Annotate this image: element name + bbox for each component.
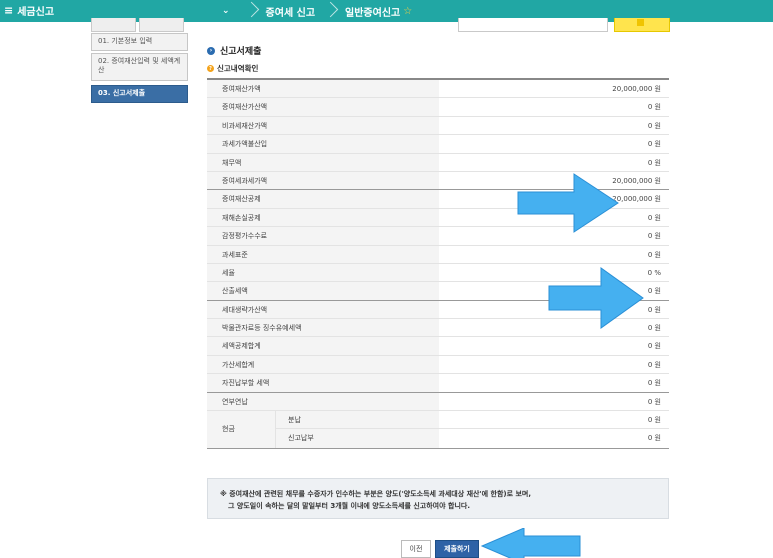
- row-value: 0 원: [647, 360, 661, 369]
- cash-group: 현금 분납 0 원 신고납부 0 원: [207, 411, 669, 449]
- submit-button[interactable]: 제출하기: [435, 540, 479, 558]
- table-row: 과세표준 0 원: [207, 245, 669, 264]
- row-label: 자진납부할 세액: [207, 374, 439, 392]
- sub-title: ? 신고내역확인: [207, 63, 258, 74]
- table-row: 가산세합계 0 원: [207, 355, 669, 375]
- info-icon: ?: [207, 65, 214, 72]
- row-label: 연부연납: [207, 392, 439, 411]
- row-label: 과세표준: [207, 245, 439, 263]
- doc-icon: [637, 19, 644, 26]
- row-label: 신고납부: [276, 429, 439, 448]
- row-label: 분납: [276, 411, 439, 429]
- row-label: 비과세재산가액: [207, 116, 439, 135]
- row-label: 세대생략가산액: [207, 300, 439, 319]
- notice-line-1: ※ 증여재산에 관련된 채무를 수증자가 인수하는 부분은 양도('양도소득세 …: [220, 490, 531, 498]
- partial-status-box: [458, 18, 608, 32]
- table-row: 증여재산가산액 0 원: [207, 98, 669, 117]
- table-row: 연부연납 0 원: [207, 392, 669, 412]
- row-value: 0 원: [647, 379, 661, 388]
- prev-button[interactable]: 이전: [401, 540, 431, 558]
- notice-box: ※ 증여재산에 관련된 채무를 수증자가 인수하는 부분은 양도('양도소득세 …: [207, 478, 669, 519]
- cash-label: 현금: [207, 411, 276, 448]
- sub-title-text: 신고내역확인: [217, 64, 259, 73]
- menu-button[interactable]: ≡ 세금신고: [4, 3, 54, 18]
- row-value: 0 원: [647, 158, 661, 167]
- step-basic-info[interactable]: 01. 기본정보 입력: [91, 33, 188, 51]
- row-label: 채무액: [207, 153, 439, 171]
- row-label: 세율: [207, 263, 439, 282]
- row-label: 재해손실공제: [207, 208, 439, 227]
- row-label: 박물관자료등 징수유예세액: [207, 319, 439, 337]
- step-gift-property[interactable]: 02. 증여재산입력 및 세액계산: [91, 53, 188, 81]
- row-value: 0 원: [647, 103, 661, 112]
- row-label: 감정평가수수료: [207, 227, 439, 245]
- row-label: 증여재산가산액: [207, 98, 439, 116]
- partial-yellow-button[interactable]: [614, 18, 670, 32]
- section-title-text: 신고서제출: [220, 47, 262, 57]
- section-title: › 신고서제출: [207, 44, 261, 57]
- step-label: 01. 기본정보 입력: [98, 37, 153, 45]
- annotation-arrow-left-icon: [480, 528, 581, 558]
- table-row: 채무액 0 원: [207, 153, 669, 172]
- cash-subrows: 분납 0 원 신고납부 0 원: [276, 411, 669, 448]
- row-label: 과세가액불산입: [207, 135, 439, 153]
- row-label: 증여재산공제: [207, 190, 439, 208]
- step-label: 02. 증여재산입력 및 세액계산: [98, 57, 181, 74]
- menu-label: 세금신고: [17, 7, 55, 18]
- row-value: 0 원: [647, 250, 661, 259]
- table-row: 세액공제합계 0 원: [207, 337, 669, 356]
- breadcrumb-item-general-gift: 일반증여신고: [345, 7, 401, 19]
- table-row: 과세가액불산입 0 원: [207, 135, 669, 154]
- table-row: 비과세재산가액 0 원: [207, 116, 669, 136]
- favorite-star-icon[interactable]: ☆: [403, 6, 412, 17]
- breadcrumb-separator: [325, 0, 335, 22]
- breadcrumb: ⌄ 증여세 신고 일반증여신고 ☆: [222, 0, 412, 22]
- row-value: 0 원: [647, 342, 661, 351]
- step-submit-report[interactable]: 03. 신고서제출: [91, 85, 188, 103]
- report-summary-table: 증여재산가액 20,000,000 원 증여재산가산액 0 원 비과세재산가액 0 원…: [207, 78, 669, 449]
- sidebar-tab-tax-consult[interactable]: [139, 18, 184, 32]
- chevron-down-icon[interactable]: ⌄: [222, 6, 230, 16]
- row-label: 증여세과세가액: [207, 171, 439, 190]
- row-value: 0 원: [647, 416, 661, 425]
- row-value: 0 원: [647, 397, 661, 406]
- breadcrumb-item-gift-tax[interactable]: 증여세 신고: [266, 4, 315, 19]
- annotation-arrow-right-icon: [548, 267, 644, 329]
- annotation-arrow-right-icon: [517, 173, 619, 233]
- row-label: 세액공제합계: [207, 337, 439, 355]
- breadcrumb-separator: [246, 0, 256, 22]
- step-label: 03. 신고서제출: [98, 89, 146, 97]
- row-label: 산출세액: [207, 282, 439, 300]
- row-label: 증여재산가액: [207, 80, 439, 98]
- row-label: 가산세합계: [207, 355, 439, 374]
- row-value: 0 원: [647, 140, 661, 149]
- table-row: 신고납부 0 원: [276, 429, 669, 448]
- table-row: 자진납부할 세액 0 원: [207, 374, 669, 393]
- row-value: 20,000,000 원: [612, 85, 661, 93]
- circle-bullet-icon: ›: [207, 46, 215, 55]
- notice-line-2: 그 양도일이 속하는 달의 말일부터 3개월 이내에 양도소득세를 신고하여야 …: [228, 502, 470, 510]
- table-row: 증여재산가액 20,000,000 원: [207, 80, 669, 99]
- sidebar-tab-tax-report[interactable]: [91, 18, 136, 32]
- hamburger-menu-icon: ≡: [4, 4, 14, 17]
- row-value: 0 원: [647, 121, 661, 130]
- table-row: 분납 0 원: [276, 411, 669, 430]
- row-value: 0 원: [647, 434, 661, 443]
